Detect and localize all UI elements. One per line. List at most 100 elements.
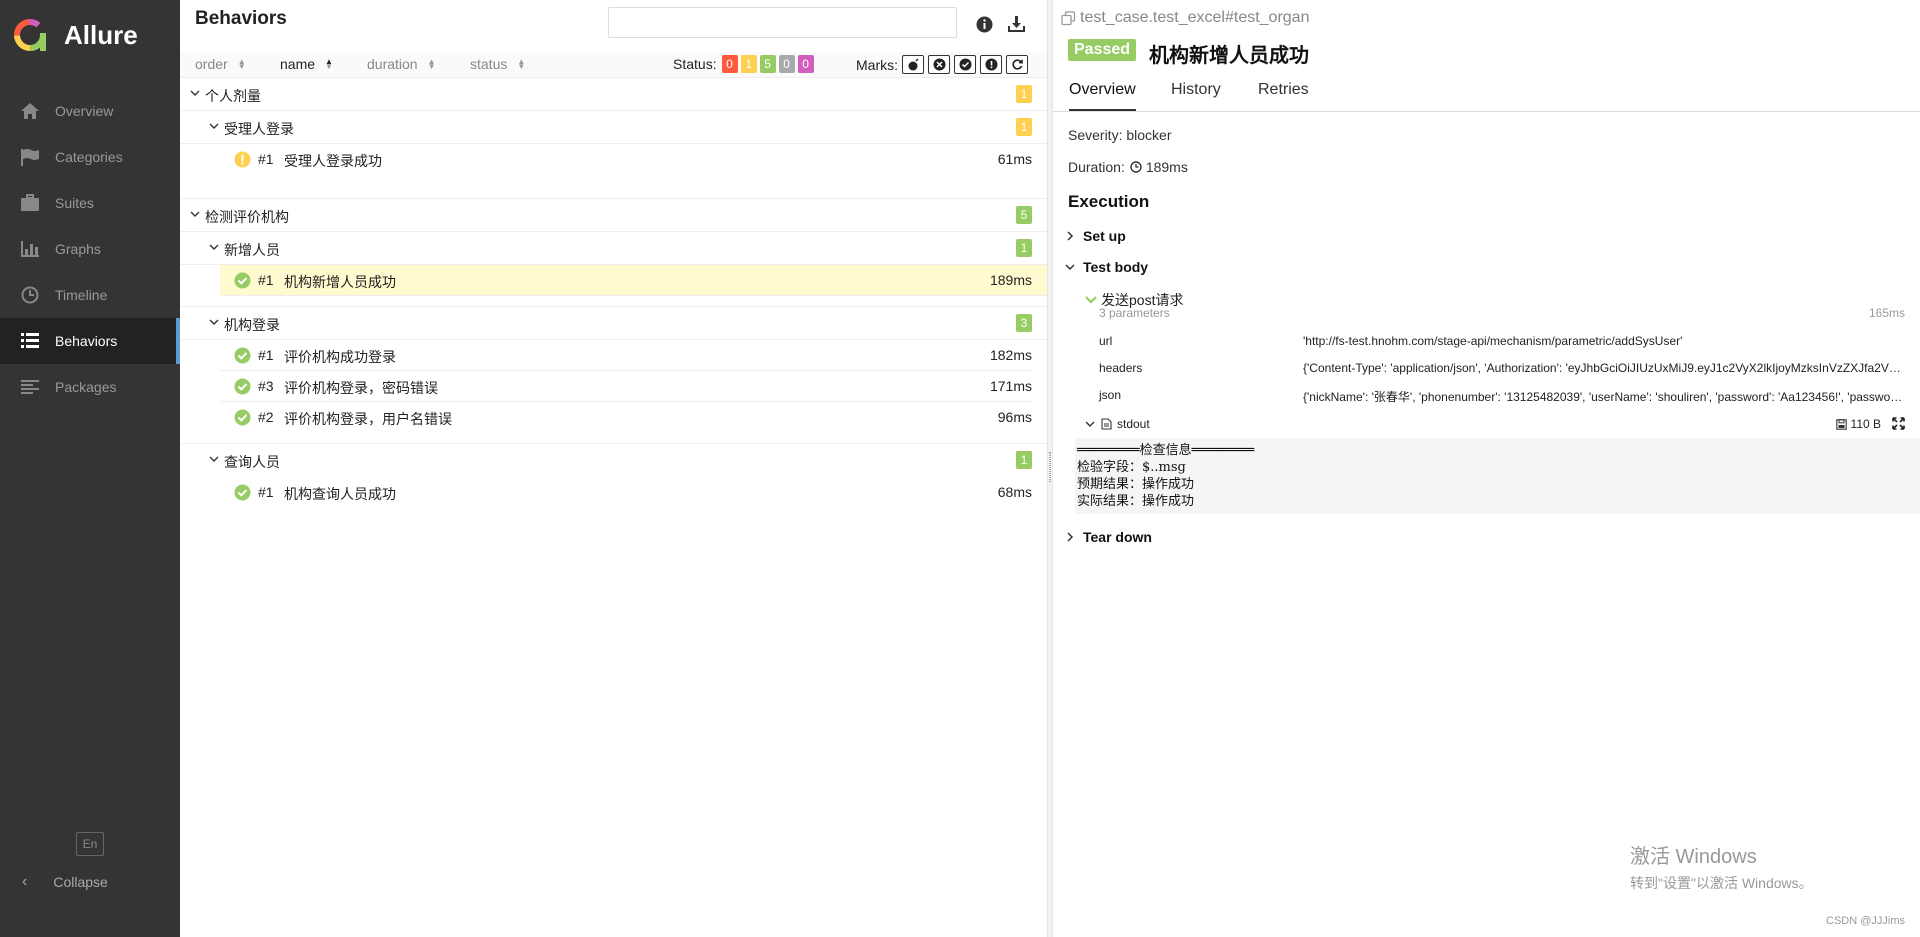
group-count-badge: 1 xyxy=(1016,239,1032,257)
status-passed-icon xyxy=(234,378,251,395)
copy-icon[interactable] xyxy=(1061,10,1076,26)
param-name: json xyxy=(1099,388,1122,402)
sidebar-item-categories[interactable]: Categories xyxy=(0,134,180,180)
param-row: url 'http://fs-test.hnohm.com/stage-api/… xyxy=(1099,328,1907,354)
status-broken-toggle[interactable]: 1 xyxy=(740,55,757,73)
testcase-title: 机构新增人员成功 xyxy=(1149,45,1309,67)
chevron-down-icon xyxy=(209,123,219,129)
sidebar-item-suites[interactable]: Suites xyxy=(0,180,180,226)
stage-setup[interactable]: Set up xyxy=(1065,228,1126,244)
tree-group-row[interactable]: 受理人登录 1 xyxy=(180,111,1047,144)
test-duration: 68ms xyxy=(997,484,1032,500)
test-name: 受理人登录成功 xyxy=(284,153,382,169)
download-button[interactable] xyxy=(1005,13,1027,35)
tab-history[interactable]: History xyxy=(1171,81,1221,109)
clock-icon xyxy=(18,285,42,305)
test-row[interactable]: #3 评价机构登录，密码错误 171ms xyxy=(220,371,1032,402)
info-button[interactable] xyxy=(973,13,995,35)
test-row-selected[interactable]: #1 机构新增人员成功 189ms xyxy=(220,265,1047,296)
stdout-line: ════════检查信息════════ xyxy=(1077,443,1255,458)
tree-group-row[interactable]: 个人剂量 1 xyxy=(180,78,1047,111)
sort-name[interactable]: name ▲ ▼ xyxy=(280,56,333,72)
test-number: #1 xyxy=(258,272,274,288)
sidebar-item-timeline[interactable]: Timeline xyxy=(0,272,180,318)
tree-group-row[interactable]: 机构登录 3 xyxy=(180,307,1047,340)
expand-icon[interactable] xyxy=(1892,417,1905,430)
chevron-down-icon xyxy=(190,211,200,217)
align-left-icon xyxy=(18,377,42,397)
status-unknown-toggle[interactable]: 0 xyxy=(797,55,814,73)
mark-new-failed-button[interactable] xyxy=(928,55,950,74)
stage-label: Tear down xyxy=(1083,529,1152,545)
test-duration: 61ms xyxy=(997,151,1032,167)
windows-activation-watermark: 激活 Windows 转到"设置"以激活 Windows。 xyxy=(1630,840,1813,893)
tree-group-row[interactable]: 新增人员 1 xyxy=(180,232,1047,265)
stage-teardown[interactable]: Tear down xyxy=(1065,529,1152,545)
status-failed-toggle[interactable]: 0 xyxy=(721,55,738,73)
mark-flaky-button[interactable] xyxy=(902,55,924,74)
testcase-pane: test_case.test_excel#test_organ Passed 机… xyxy=(1053,0,1920,937)
sort-toolbar: order ▲ ▼ name ▲ ▼ duration ▲ ▼ status ▲ ▼ S… xyxy=(180,52,1047,78)
sort-arrows-icon: ▲ ▼ xyxy=(427,57,436,71)
sidebar-item-graphs[interactable]: Graphs xyxy=(0,226,180,272)
chevron-right-icon xyxy=(1067,532,1074,542)
sidebar-item-packages[interactable]: Packages xyxy=(0,364,180,410)
watermark-line1: 激活 Windows xyxy=(1630,846,1757,868)
group-label: 检测评价机构 xyxy=(205,209,289,225)
sidebar-item-label: Suites xyxy=(55,195,94,211)
sidebar: Allure Overview Categories Suites Graphs… xyxy=(0,0,180,937)
test-row[interactable]: #1 受理人登录成功 61ms xyxy=(220,144,1032,175)
status-skipped-toggle[interactable]: 0 xyxy=(778,55,795,73)
status-passed-toggle[interactable]: 5 xyxy=(759,55,776,73)
tree-group-row[interactable]: 查询人员 1 xyxy=(180,444,1047,477)
tree-group-row[interactable]: 检测评价机构 5 xyxy=(180,199,1047,232)
tab-retries[interactable]: Retries xyxy=(1258,81,1309,109)
sidebar-item-behaviors[interactable]: Behaviors xyxy=(0,318,180,364)
tree-spacer xyxy=(180,296,1047,307)
sort-duration[interactable]: duration ▲ ▼ xyxy=(367,56,436,72)
brand[interactable]: Allure xyxy=(0,0,180,70)
chevron-down-icon xyxy=(209,319,219,325)
tab-overview[interactable]: Overview xyxy=(1069,81,1136,111)
stage-test-body[interactable]: Test body xyxy=(1065,259,1148,275)
stage-label: Set up xyxy=(1083,228,1126,244)
sidebar-item-label: Timeline xyxy=(55,287,108,303)
test-name: 评价机构登录，密码错误 xyxy=(284,380,438,396)
attachment-row[interactable]: stdout 110 B xyxy=(1085,414,1907,434)
download-icon xyxy=(1007,16,1025,32)
status-label: Status: xyxy=(673,56,717,72)
step-params-count: 3 parameters xyxy=(1099,306,1170,320)
language-button[interactable]: En xyxy=(76,832,104,856)
sort-status[interactable]: status ▲ ▼ xyxy=(470,56,525,72)
sort-arrows-icon: ▲ ▼ xyxy=(237,57,246,71)
group-count-badge: 3 xyxy=(1016,314,1032,332)
severity-line: Severity: blocker xyxy=(1068,127,1172,143)
testcase-breadcrumb: test_case.test_excel#test_organ xyxy=(1061,9,1309,27)
collapse-button[interactable]: ‹ Collapse xyxy=(0,862,180,902)
search-input[interactable] xyxy=(608,7,957,38)
test-duration: 182ms xyxy=(989,347,1032,363)
sort-order[interactable]: order ▲ ▼ xyxy=(195,56,246,72)
mark-retries-button[interactable] xyxy=(1006,55,1028,74)
test-name: 机构查询人员成功 xyxy=(284,486,396,502)
test-row[interactable]: #2 评价机构登录，用户名错误 96ms xyxy=(220,402,1032,433)
sidebar-item-overview[interactable]: Overview xyxy=(0,88,180,134)
tree-spacer xyxy=(180,175,1047,199)
csdn-watermark: CSDN @JJJims xyxy=(1826,915,1905,927)
test-row[interactable]: #1 机构查询人员成功 68ms xyxy=(220,477,1032,508)
sort-order-label: order xyxy=(195,56,228,72)
chevron-down-icon xyxy=(190,90,200,96)
save-icon[interactable] xyxy=(1835,418,1847,430)
group-count-badge: 5 xyxy=(1016,206,1032,224)
chevron-down-icon xyxy=(209,456,219,462)
group-count-badge: 1 xyxy=(1016,85,1032,103)
chevron-right-icon xyxy=(1067,231,1074,241)
behaviors-header: Behaviors xyxy=(180,0,1047,52)
mark-new-broken-button[interactable] xyxy=(980,55,1002,74)
status-broken-icon xyxy=(234,151,251,168)
test-row[interactable]: #1 评价机构成功登录 182ms xyxy=(220,340,1032,371)
group-label: 新增人员 xyxy=(224,242,280,258)
mark-new-passed-button[interactable] xyxy=(954,55,976,74)
param-row: json {'nickName': '张春华', 'phonenumber': … xyxy=(1099,382,1907,408)
sort-arrows-icon: ▲ ▼ xyxy=(325,57,333,71)
